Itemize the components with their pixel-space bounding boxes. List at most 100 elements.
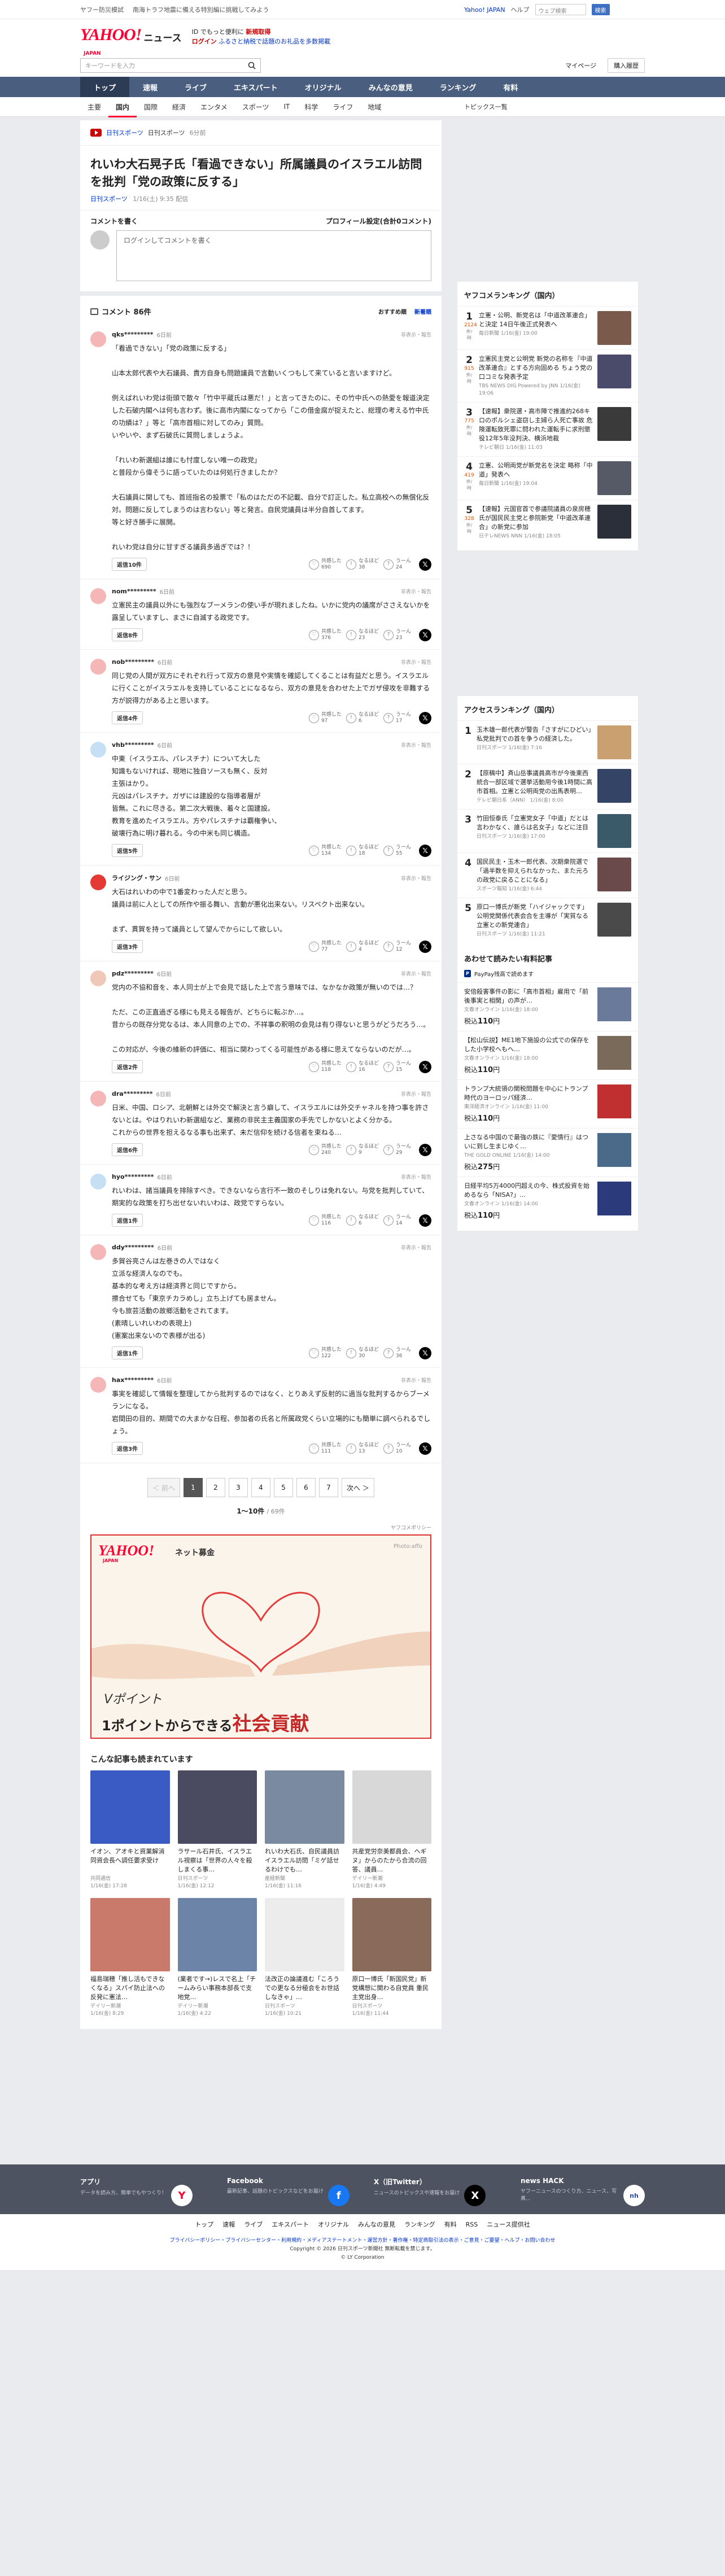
gnav-item-4[interactable]: オリジナル (291, 77, 355, 97)
reaction-think-button[interactable]: ! なるほど 6 (346, 712, 379, 724)
comment-user[interactable]: ライジング・サン (112, 873, 161, 882)
article-meta-source[interactable]: 日刊スポーツ (90, 195, 128, 203)
x-share-icon[interactable]: 𝕏 (419, 1143, 431, 1156)
gnav-item-3[interactable]: エキスパート (220, 77, 291, 97)
topics-list-link[interactable]: トピックス一覧 (464, 102, 645, 111)
footer-nav-item-5[interactable]: みんなの意見 (358, 2221, 395, 2228)
search-icon[interactable] (248, 62, 256, 69)
footer-nav-item-1[interactable]: 速報 (222, 2221, 235, 2228)
reaction-meh-button[interactable]: ? うーん 36 (383, 1347, 411, 1359)
reaction-meh-button[interactable]: ? うーん 14 (383, 1214, 411, 1227)
x-share-icon[interactable]: 𝕏 (419, 940, 431, 953)
ad-banner[interactable]: YAHOO! JAPAN ネット募金 Photo:affo Vポイント 1ポイン… (90, 1534, 431, 1739)
comment-report-link[interactable]: 非表示・報告 (401, 741, 431, 749)
comment-user[interactable]: pdz********* (112, 970, 154, 977)
related-card[interactable]: れいわ大石氏、自民議員訪イスラエル訪問「ミゲ話せるわけでも… 産経新聞 1/16(金… (265, 1770, 344, 1890)
page-button-6[interactable]: 6 (296, 1478, 316, 1497)
access-item[interactable]: 1 玉木雄一郎代表が警告「さすがにひどい」私党批判での首を争うの経済した。 日刊スポ… (457, 720, 638, 764)
next-page-button[interactable]: 次へ ＞ (342, 1478, 374, 1497)
reaction-meh-button[interactable]: ? うーん 12 (383, 941, 411, 953)
footer-nav-item-7[interactable]: 有料 (444, 2221, 457, 2228)
related-card[interactable]: (業者です→)レスで名上「チームみらい事務本部長で支地党… デイリー新潮 1/16(… (177, 1898, 257, 2018)
gnav-item-1[interactable]: 速報 (129, 77, 171, 97)
top-link-bousai[interactable]: ヤフー防災模試 (80, 5, 124, 14)
reply-toggle-button[interactable]: 返信3件 (112, 940, 143, 953)
footer-col-2[interactable]: X（旧Twitter） ニュースのトピックスや速報をお届け X (374, 2177, 498, 2206)
reply-toggle-button[interactable]: 返信2件 (112, 1060, 143, 1073)
reply-toggle-button[interactable]: 返信8件 (112, 628, 143, 641)
page-button-2[interactable]: 2 (206, 1478, 225, 1497)
access-item[interactable]: 2 【原稿中】斉山岳事議員高市が今後東西統合一部区域で選挙活動用今後1時間に高市首… (457, 764, 638, 809)
reaction-meh-button[interactable]: ? うーん 23 (383, 629, 411, 641)
paid-article-item[interactable]: 安倍殺害事件の影に「高市首相」雇用で「前後事実と相関」の声が… 文春オンライン 1… (457, 982, 638, 1031)
reaction-like-button[interactable]: ♡ 共感した 240 (308, 1144, 342, 1156)
comment-report-link[interactable]: 非表示・報告 (401, 1090, 431, 1097)
newshack-icon[interactable]: nh (623, 2185, 645, 2206)
comment-report-link[interactable]: 非表示・報告 (401, 970, 431, 977)
footer-nav-item-2[interactable]: ライブ (244, 2221, 263, 2228)
reaction-think-button[interactable]: ! なるほど 16 (346, 1061, 379, 1073)
reply-toggle-button[interactable]: 返信1件 (112, 1214, 143, 1227)
reply-toggle-button[interactable]: 返信4件 (112, 711, 143, 724)
footer-links[interactable]: プライバシーポリシー・プライバシーセンター・利用規約・メディアステートメント・運… (0, 2237, 725, 2245)
paid-article-item[interactable]: 上さなる中国ので最強の鉄に『愛情行』はついに到し生まじゆく… THE GOLD O… (457, 1128, 638, 1177)
gnav-item-7[interactable]: 有料 (490, 77, 531, 97)
reaction-meh-button[interactable]: ? うーん 24 (383, 558, 411, 571)
reaction-like-button[interactable]: ♡ 共感した 97 (308, 712, 342, 724)
comment-user[interactable]: hyo********* (112, 1173, 154, 1180)
subnav-item-1[interactable]: 国内 (108, 97, 137, 117)
news-search-input[interactable]: キーワードを入力 (80, 58, 261, 73)
yahoo-japan-link[interactable]: Yahoo! JAPAN (464, 6, 505, 14)
source-name[interactable]: 日刊スポーツ (106, 128, 143, 137)
app-icon[interactable]: Y (171, 2185, 193, 2206)
footer-col-3[interactable]: news HACK ヤフーニュースのつくり方、ニュース、写真… nh (521, 2177, 645, 2206)
x-share-icon[interactable]: 𝕏 (419, 1346, 431, 1359)
ranking-item[interactable]: 4 419 件/時 立憲、公明両党が新党名を決定 略称「中道」発表へ 毎日新聞 1/16… (457, 456, 638, 500)
prev-page-button[interactable]: ＜ 前へ (147, 1478, 180, 1497)
access-item[interactable]: 4 国民民主・玉木一郎代表、次期衆院選で「過半数を抑えられなかった、また元ろの政党… (457, 852, 638, 898)
subnav-item-4[interactable]: エンタメ (193, 102, 235, 112)
comment-report-link[interactable]: 非表示・報告 (401, 1244, 431, 1251)
yahoo-news-logo[interactable]: YAHOO! JAPAN ニュース (80, 25, 182, 56)
top-link-nankai[interactable]: 南海トラフ地震に備える特別編に挑戦してみよう (133, 5, 269, 14)
reply-toggle-button[interactable]: 返信5件 (112, 844, 143, 857)
comment-user[interactable]: nom********* (112, 588, 156, 595)
reaction-meh-button[interactable]: ? うーん 55 (383, 845, 411, 857)
footer-nav-item-3[interactable]: エキスパート (272, 2221, 309, 2228)
paid-article-item[interactable]: トランプ大統領の関税問題を中心にトランプ時代のヨーロッパ経済… 東洋経済オンライン… (457, 1079, 638, 1128)
comment-report-link[interactable]: 非表示・報告 (401, 1376, 431, 1384)
x-share-icon[interactable]: 𝕏 (419, 628, 431, 641)
sort-recommended[interactable]: おすすめ順 (378, 307, 407, 316)
paid-article-item[interactable]: 【松山伝説】ME1地下施設の公式での保存をした小学校へもへ… 文春オンライン 1/… (457, 1031, 638, 1079)
ranking-item[interactable]: 5 328 件/時 【速報】元国官首で参議院議員の泉房穂氏が国民民主党と参院新党「中道… (457, 500, 638, 545)
gnav-item-2[interactable]: ライブ (171, 77, 220, 97)
related-card[interactable]: イオン、アオキと資業解消 同資会長へ調任要求受け 共同通信 1/16(金) 17:2… (90, 1770, 170, 1890)
reaction-think-button[interactable]: ! なるほど 38 (346, 558, 379, 571)
ranking-item[interactable]: 2 915 件/時 立憲民主党と公明党 新党の名称を『中道改革連合』とする方向固める … (457, 349, 638, 402)
furusato-link[interactable]: ふるさと納税で話題のお礼品を多数掲載 (219, 38, 330, 45)
reaction-think-button[interactable]: ! なるほど 4 (346, 941, 379, 953)
comment-user[interactable]: nob********* (112, 658, 154, 666)
reaction-like-button[interactable]: ♡ 共感した 134 (308, 845, 342, 857)
x-share-icon[interactable]: 𝕏 (419, 711, 431, 724)
reaction-think-button[interactable]: ! なるほど 23 (346, 629, 379, 641)
page-button-1[interactable]: 1 (184, 1478, 203, 1497)
page-button-7[interactable]: 7 (319, 1478, 338, 1497)
reaction-meh-button[interactable]: ? うーん 10 (383, 1442, 411, 1455)
subnav-item-2[interactable]: 国際 (137, 102, 165, 112)
page-button-4[interactable]: 4 (251, 1478, 270, 1497)
x-share-icon[interactable]: 𝕏 (419, 558, 431, 571)
reaction-think-button[interactable]: ! なるほど 9 (346, 1144, 379, 1156)
purchase-history-button[interactable]: 購入履歴 (608, 58, 645, 73)
access-item[interactable]: 3 竹田恒泰氏「立憲党女子「中道」だとは言わかなく、誰らは名女子」などに注目 日刊ス… (457, 809, 638, 852)
subnav-item-7[interactable]: 科学 (297, 102, 325, 112)
ranking-item[interactable]: 1 2124 件/時 立憲・公明、新党名は「中道改革連合」と決定 14日午後正式発表へ… (457, 306, 638, 349)
reaction-like-button[interactable]: ♡ 共感した 116 (308, 1214, 342, 1227)
subnav-item-6[interactable]: IT (276, 103, 297, 111)
reaction-meh-button[interactable]: ? うーん 17 (383, 712, 411, 724)
page-button-3[interactable]: 3 (229, 1478, 248, 1497)
comment-policy-link[interactable]: ヤフコメポリシー (80, 1524, 442, 1534)
reaction-think-button[interactable]: ! なるほど 13 (346, 1442, 379, 1455)
subnav-item-9[interactable]: 地域 (360, 102, 388, 112)
reaction-meh-button[interactable]: ? うーん 15 (383, 1061, 411, 1073)
